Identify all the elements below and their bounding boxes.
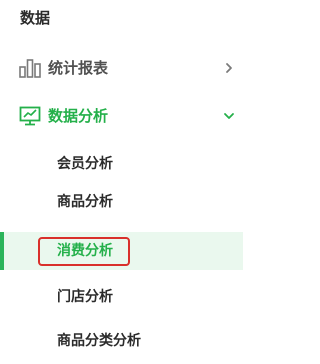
submenu-item-label: 消费分析 bbox=[57, 243, 113, 259]
bar-chart-icon bbox=[19, 59, 41, 78]
chevron-right-icon bbox=[226, 63, 232, 73]
submenu-item-label: 商品分类分析 bbox=[57, 333, 141, 349]
menu-item-label: 数据分析 bbox=[48, 107, 109, 125]
section-title: 数据 bbox=[20, 9, 51, 27]
submenu-item-label: 商品分析 bbox=[57, 194, 113, 210]
submenu-item-label: 会员分析 bbox=[57, 156, 113, 172]
monitor-chart-icon bbox=[19, 106, 41, 126]
submenu-item-category-analysis[interactable]: 商品分类分析 bbox=[0, 322, 243, 360]
submenu-item-member-analysis[interactable]: 会员分析 bbox=[0, 145, 243, 183]
menu-item-statistics-reports[interactable]: 统计报表 bbox=[0, 48, 243, 88]
menu-item-data-analysis[interactable]: 数据分析 bbox=[0, 96, 243, 136]
submenu-item-consumption-analysis[interactable]: 消费分析 bbox=[0, 232, 243, 270]
submenu-item-label: 门店分析 bbox=[57, 289, 113, 305]
active-indicator bbox=[0, 232, 4, 270]
chevron-down-icon bbox=[224, 113, 234, 119]
submenu-item-product-analysis[interactable]: 商品分析 bbox=[0, 183, 243, 221]
menu-item-label: 统计报表 bbox=[48, 59, 109, 77]
submenu-item-store-analysis[interactable]: 门店分析 bbox=[0, 278, 243, 316]
